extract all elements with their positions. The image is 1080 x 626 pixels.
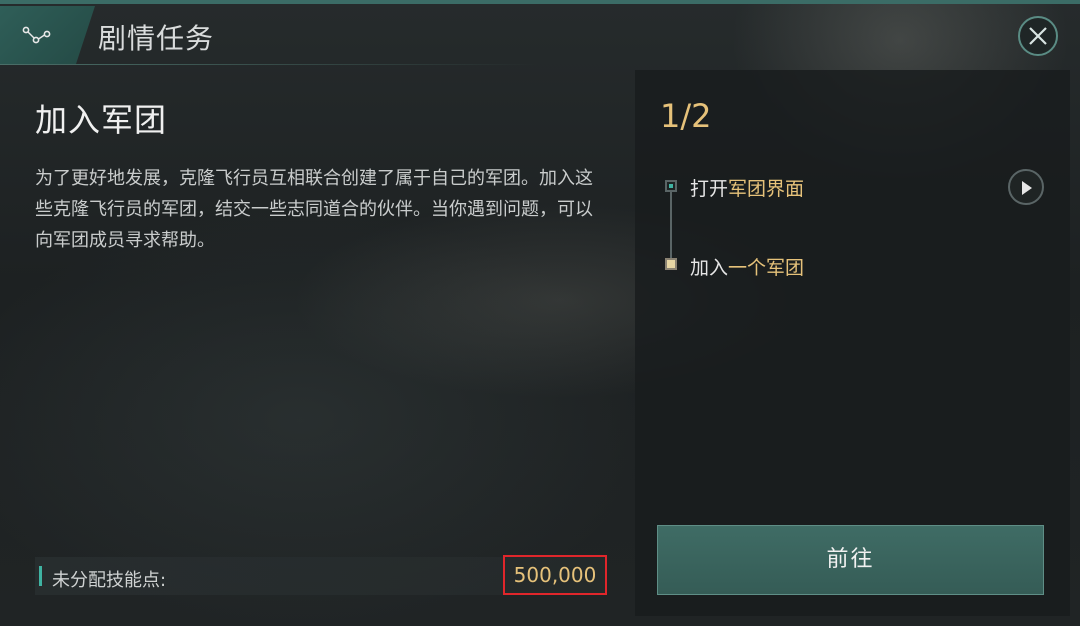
skill-points-bar: 未分配技能点: 500,000 bbox=[35, 555, 607, 595]
step-1-highlight: 军团界面 bbox=[728, 178, 805, 200]
objectives-panel: 1/2 打开军团界面 加入一个军团 前往 bbox=[635, 70, 1070, 616]
close-button[interactable] bbox=[1018, 16, 1058, 56]
page-title: 剧情任务 bbox=[98, 22, 215, 55]
quest-title: 加入军团 bbox=[35, 101, 168, 139]
step-2-highlight: 一个军团 bbox=[728, 257, 805, 279]
top-border bbox=[0, 0, 1080, 4]
objective-step-1: 打开军团界面 bbox=[690, 174, 804, 201]
quest-description: 为了更好地发展，克隆飞行员互相联合创建了属于自己的军团。加入这些克隆飞行员的军团… bbox=[35, 168, 593, 251]
step-1-prefix: 打开 bbox=[690, 178, 729, 200]
accent-bar bbox=[39, 566, 42, 586]
step-marker-current bbox=[665, 180, 677, 192]
close-icon bbox=[1029, 27, 1047, 45]
skill-points-value: 500,000 bbox=[503, 555, 607, 595]
go-button[interactable]: 前往 bbox=[657, 525, 1044, 595]
step-marker-next bbox=[665, 258, 677, 270]
title-divider bbox=[0, 64, 540, 65]
network-nodes-icon bbox=[22, 26, 51, 44]
skill-points-label: 未分配技能点: bbox=[52, 570, 167, 591]
objective-progress: 1/2 bbox=[660, 97, 712, 135]
play-icon bbox=[1022, 181, 1032, 195]
step-2-prefix: 加入 bbox=[690, 257, 729, 279]
step-connector bbox=[670, 187, 672, 267]
objective-step-2: 加入一个军团 bbox=[690, 253, 804, 280]
play-button[interactable] bbox=[1008, 169, 1044, 205]
